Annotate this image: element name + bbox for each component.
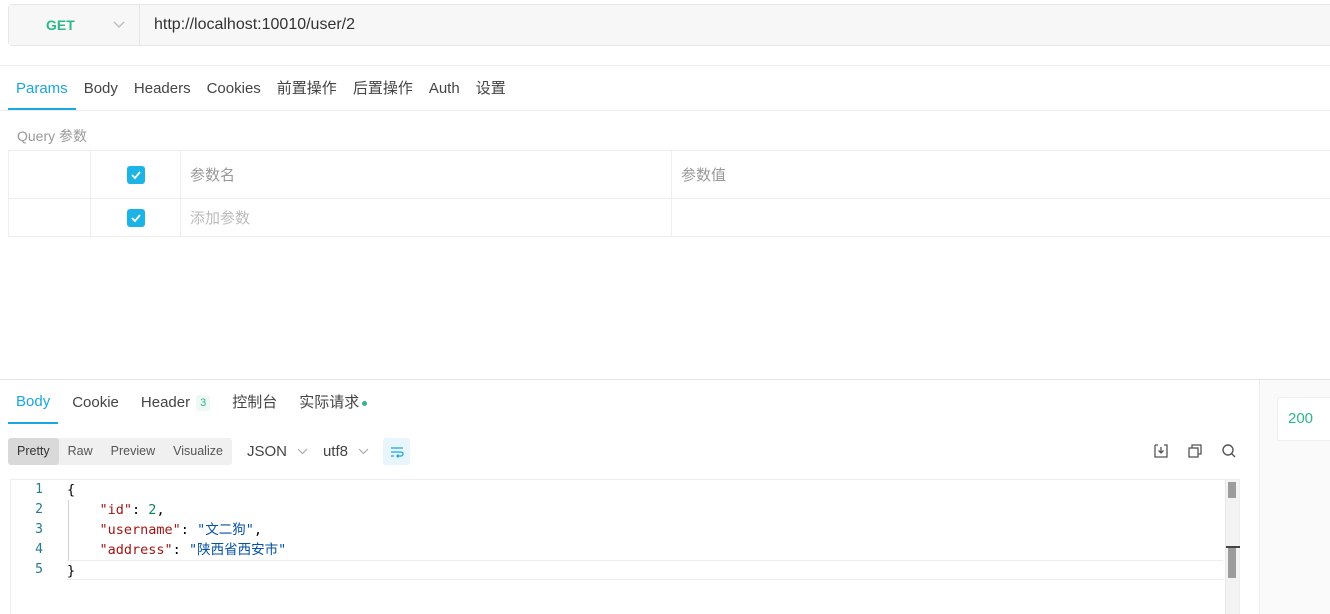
line-number: 3 [35,522,43,537]
table-cell [8,151,90,198]
json-brace: { [67,482,76,498]
chevron-down-icon [113,18,125,32]
request-tabs: Params Body Headers Cookies 前置操作 后置操作 Au… [8,70,514,110]
code-line: } [67,560,1223,580]
chevron-down-icon [297,446,308,458]
encoding-select[interactable]: utf8 [323,443,369,460]
header-count-badge: 3 [196,395,211,411]
response-toolbar: Pretty Raw Preview Visualize JSON utf8 [8,438,410,465]
line-numbers: 1 2 3 4 5 [11,480,57,614]
tab-settings[interactable]: 设置 [468,70,514,110]
scrollbar-marker [1228,546,1236,578]
table-cell [90,199,180,236]
copy-icon[interactable] [1185,441,1205,461]
code-line: "address": "陕西省西安市" [99,542,287,558]
code-content: { "id": 2, "username": "文二狗", "address":… [67,480,1223,580]
json-brace: } [67,563,76,579]
table-row: 添加参数 [8,199,1330,237]
tab-body[interactable]: Body [76,70,126,110]
download-icon[interactable] [1151,441,1171,461]
line-number: 2 [35,502,43,517]
checkbox-checked-icon[interactable] [126,165,145,184]
wrap-lines-icon[interactable] [383,438,410,465]
method-label: GET [46,17,75,33]
tab-cookies[interactable]: Cookies [199,70,269,110]
json-key: "id" [99,502,133,518]
param-value-header: 参数值 [671,151,1330,198]
tab-params[interactable]: Params [8,70,76,110]
response-actions [1151,441,1239,461]
add-param-input[interactable]: 添加参数 [180,199,671,236]
table-header-row: 参数名 参数值 [8,151,1330,199]
response-tab-header[interactable]: Header 3 [133,382,218,424]
cursor-marker [1226,546,1240,548]
tab-pre-request[interactable]: 前置操作 [269,70,345,110]
search-icon[interactable] [1219,441,1239,461]
response-tab-actual-request[interactable]: 实际请求 [291,382,375,424]
code-line: "username": "文二狗", [99,522,262,538]
format-label: JSON [246,443,287,460]
divider [0,65,1330,66]
json-key: "address" [99,542,173,558]
tab-label: 控制台 [232,394,278,411]
divider [0,110,1330,111]
tab-label: Header [140,394,191,411]
line-number: 5 [35,562,43,577]
tab-auth[interactable]: Auth [421,70,468,110]
tab-label: Cookie [72,394,119,411]
response-tabs: Body Cookie Header 3 控制台 实际请求 [8,382,381,424]
table-cell [8,199,90,236]
view-mode-switch: Pretty Raw Preview Visualize [8,438,232,465]
vertical-scrollbar[interactable] [1225,480,1240,614]
json-value: "文二狗" [197,522,254,538]
param-name-header: 参数名 [180,151,671,198]
view-preview[interactable]: Preview [102,438,164,465]
divider [0,379,1330,380]
status-code: 200 [1277,397,1330,441]
query-params-label: Query 参数 [17,128,88,144]
json-value: 2 [148,502,157,518]
line-number: 1 [35,482,43,497]
params-table: 参数名 参数值 添加参数 [8,150,1330,237]
chevron-down-icon [358,446,369,458]
json-key: "username" [99,522,181,538]
code-line: "id": 2, [99,502,165,518]
view-raw[interactable]: Raw [59,438,102,465]
code-line: { [67,480,1223,500]
tab-headers[interactable]: Headers [126,70,199,110]
param-value-input[interactable] [671,199,1330,236]
response-tab-cookie[interactable]: Cookie [64,382,127,424]
method-select[interactable]: GET [9,5,140,45]
tab-label: Body [16,393,51,410]
response-tab-console[interactable]: 控制台 [224,382,285,424]
url-input[interactable] [140,5,1330,45]
url-bar: GET [8,4,1330,46]
json-value: "陕西省西安市" [188,542,287,558]
scrollbar-thumb[interactable] [1228,482,1236,498]
encoding-label: utf8 [322,443,348,460]
checkbox-checked-icon[interactable] [126,208,145,227]
tab-post-request[interactable]: 后置操作 [345,70,421,110]
line-number: 4 [35,542,43,557]
view-visualize[interactable]: Visualize [164,438,232,465]
format-select[interactable]: JSON [247,443,308,460]
view-pretty[interactable]: Pretty [8,438,59,465]
status-dot-icon [362,400,368,406]
response-tab-body[interactable]: Body [8,382,59,424]
response-body-editor[interactable]: 1 2 3 4 5 { "id": 2, "username": "文二狗", … [10,479,1240,614]
tab-label: 实际请求 [299,394,360,411]
table-cell [90,151,180,198]
